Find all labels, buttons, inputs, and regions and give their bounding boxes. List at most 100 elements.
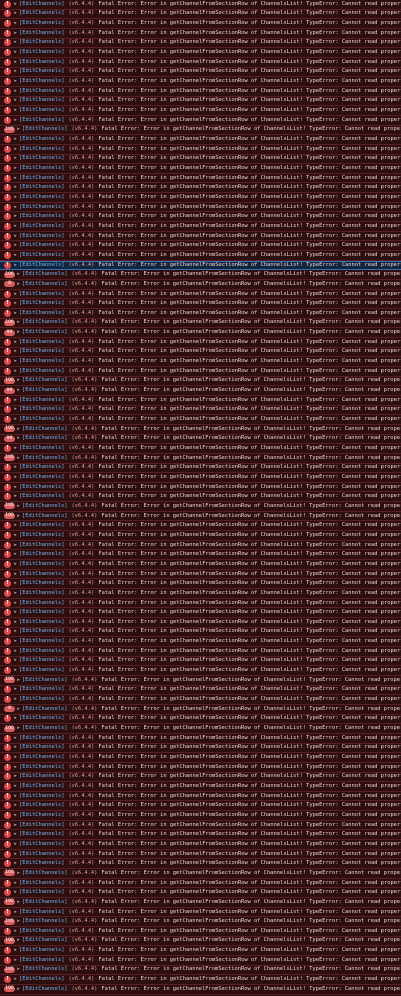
log-source-tag[interactable]: [EditChannels] <box>22 724 67 733</box>
triangle-right-icon[interactable]: ▸ <box>13 0 18 9</box>
triangle-right-icon[interactable]: ▸ <box>13 792 18 801</box>
console-log-row[interactable]: ! ▸ [EditChannels] (v6.4.4) Fatal Error: Err… <box>0 907 401 918</box>
triangle-right-icon[interactable]: ▸ <box>13 647 18 656</box>
triangle-right-icon[interactable]: ▸ <box>13 406 18 415</box>
console-log-row[interactable]: ! ▸ [EditChannels] (v6.4.4) Fatal Error: Err… <box>0 202 401 213</box>
log-source-tag[interactable]: [EditChannels] <box>19 262 64 270</box>
log-source-tag[interactable]: [EditChannels] <box>19 560 64 569</box>
console-log-row[interactable]: ! ▸ [EditChannels] (v6.4.4) Fatal Error: Err… <box>0 637 401 647</box>
triangle-right-icon[interactable]: ▸ <box>16 676 21 685</box>
log-source-tag[interactable]: [EditChannels] <box>19 753 64 762</box>
console-log-row[interactable]: ! ▸ [EditChannels] (v6.4.4) Fatal Error: Err… <box>0 589 401 599</box>
log-source-tag[interactable]: [EditChannels] <box>22 454 67 463</box>
triangle-right-icon[interactable]: ▸ <box>13 164 18 173</box>
log-source-tag[interactable]: [EditChannels] <box>22 386 67 395</box>
log-source-tag[interactable]: [EditChannels] <box>19 492 64 501</box>
console-log-row[interactable]: ! ▸ [EditChannels] (v6.4.4) Fatal Error: Err… <box>0 975 401 985</box>
log-source-tag[interactable]: [EditChannels] <box>22 435 67 444</box>
log-source-tag[interactable]: [EditChannels] <box>19 473 64 482</box>
console-log-row[interactable]: 99 ▸ [EditChannels] (v6.4.4) Fatal Error: Er… <box>0 386 401 396</box>
log-source-tag[interactable]: [EditChannels] <box>22 917 67 926</box>
triangle-right-icon[interactable]: ▸ <box>13 715 18 724</box>
console-log-row[interactable]: 8 ▸ [EditChannels] (v6.4.4) Fatal Error: Err… <box>0 280 401 290</box>
triangle-right-icon[interactable]: ▸ <box>13 444 18 453</box>
log-source-tag[interactable]: [EditChannels] <box>19 801 64 810</box>
triangle-right-icon[interactable]: ▸ <box>13 521 18 530</box>
console-log-row[interactable]: ! ▸ [EditChannels] (v6.4.4) Fatal Error: Err… <box>0 946 401 956</box>
console-log-row[interactable]: 100 ▸ [EditChannels] (v6.4.4) Fatal Error: E… <box>0 318 401 329</box>
log-source-tag[interactable]: [EditChannels] <box>19 579 64 588</box>
triangle-right-icon[interactable]: ▸ <box>13 415 18 424</box>
console-log-row[interactable]: ! ▸ [EditChannels] (v6.4.4) Fatal Error: Err… <box>0 415 401 425</box>
log-source-tag[interactable]: [EditChannels] <box>19 637 64 646</box>
triangle-right-icon[interactable]: ▸ <box>13 637 18 646</box>
triangle-right-icon[interactable]: ▸ <box>13 879 18 888</box>
console-log-row[interactable]: ! ▸ [EditChannels] (v6.4.4) Fatal Error: Err… <box>0 878 401 889</box>
log-source-tag[interactable]: [EditChannels] <box>19 589 64 598</box>
console-log-row[interactable]: ! ▸ [EditChannels] (v6.4.4) Fatal Error: Err… <box>0 173 401 184</box>
log-source-tag[interactable]: [EditChannels] <box>19 164 64 173</box>
triangle-right-icon[interactable]: ▸ <box>13 753 18 762</box>
console-log-row[interactable]: ! ▸ [EditChannels] (v6.4.4) Fatal Error: Err… <box>0 164 401 174</box>
triangle-right-icon[interactable]: ▸ <box>13 222 18 231</box>
log-source-tag[interactable]: [EditChannels] <box>19 415 64 424</box>
log-source-tag[interactable]: [EditChannels] <box>19 367 64 376</box>
triangle-right-icon[interactable]: ▸ <box>13 956 18 965</box>
console-log-row[interactable]: ! ▸ [EditChannels] (v6.4.4) Fatal Error: Err… <box>0 231 401 242</box>
log-source-tag[interactable]: [EditChannels] <box>19 647 64 656</box>
log-source-tag[interactable]: [EditChannels] <box>19 521 64 530</box>
triangle-right-icon[interactable]: ▸ <box>13 734 18 743</box>
triangle-right-icon[interactable]: ▸ <box>13 686 18 695</box>
triangle-right-icon[interactable]: ▸ <box>13 29 18 38</box>
console-log-row[interactable]: 100 ▸ [EditChannels] (v6.4.4) Fatal Error: E… <box>0 453 401 464</box>
triangle-right-icon[interactable]: ▸ <box>13 174 18 183</box>
log-source-tag[interactable]: [EditChannels] <box>19 135 64 144</box>
console-log-row[interactable]: ! ▸ [EditChannels] (v6.4.4) Fatal Error: Err… <box>0 859 401 870</box>
console-log-row[interactable]: ! ▸ [EditChannels] (v6.4.4) Fatal Error: Err… <box>0 579 401 590</box>
triangle-right-icon[interactable]: ▸ <box>13 251 18 260</box>
console-log-row[interactable]: ! ▸ [EditChannels] (v6.4.4) Fatal Error: Err… <box>0 19 401 29</box>
triangle-right-icon[interactable]: ▸ <box>13 97 18 106</box>
console-log-row[interactable]: ! ▸ [EditChannels] (v6.4.4) Fatal Error: Err… <box>0 955 401 966</box>
triangle-right-icon[interactable]: ▸ <box>13 262 18 270</box>
triangle-right-icon[interactable]: ▸ <box>13 68 18 77</box>
log-source-tag[interactable]: [EditChannels] <box>19 87 64 96</box>
console-log-row[interactable]: ! ▸ [EditChannels] (v6.4.4) Fatal Error: Err… <box>0 801 401 812</box>
log-source-tag[interactable]: [EditChannels] <box>19 58 64 67</box>
console-log-row[interactable]: ! ▸ [EditChannels] (v6.4.4) Fatal Error: Err… <box>0 289 401 300</box>
triangle-right-icon[interactable]: ▸ <box>13 48 18 57</box>
triangle-right-icon[interactable]: ▸ <box>13 531 18 540</box>
console-log-row[interactable]: ! ▸ [EditChannels] (v6.4.4) Fatal Error: Err… <box>0 135 401 145</box>
triangle-right-icon[interactable]: ▸ <box>13 840 18 849</box>
console-log-row[interactable]: ! ▸ [EditChannels] (v6.4.4) Fatal Error: Err… <box>0 115 401 126</box>
log-source-tag[interactable]: [EditChannels] <box>19 657 64 666</box>
triangle-right-icon[interactable]: ▸ <box>16 126 21 135</box>
triangle-right-icon[interactable]: ▸ <box>16 328 21 337</box>
console-log-row[interactable]: ! ▸ [EditChannels] (v6.4.4) Fatal Error: Err… <box>0 193 401 203</box>
console-log-row[interactable]: ! ▸ [EditChannels] (v6.4.4) Fatal Error: Err… <box>0 540 401 551</box>
console-log-row[interactable]: ! ▸ [EditChannels] (v6.4.4) Fatal Error: Err… <box>0 309 401 319</box>
log-source-tag[interactable]: [EditChannels] <box>19 888 64 897</box>
log-source-tag[interactable]: [EditChannels] <box>22 937 67 946</box>
triangle-right-icon[interactable]: ▸ <box>16 319 21 328</box>
console-log-row[interactable]: 100 ▸ [EditChannels] (v6.4.4) Fatal Error: E… <box>0 424 401 435</box>
triangle-right-icon[interactable]: ▸ <box>16 512 21 521</box>
console-log-row[interactable]: 8 ▸ [EditChannels] (v6.4.4) Fatal Error: Err… <box>0 704 401 715</box>
console-log-row[interactable]: ! ▸ [EditChannels] (v6.4.4) Fatal Error: Err… <box>0 9 401 20</box>
console-log-row[interactable]: ! ▸ [EditChannels] (v6.4.4) Fatal Error: Err… <box>0 618 401 628</box>
console-log-row[interactable]: ! ▸ [EditChannels] (v6.4.4) Fatal Error: Err… <box>0 57 401 68</box>
log-source-tag[interactable]: [EditChannels] <box>19 686 64 695</box>
triangle-right-icon[interactable]: ▸ <box>13 106 18 115</box>
triangle-right-icon[interactable]: ▸ <box>13 203 18 212</box>
triangle-right-icon[interactable]: ▸ <box>13 241 18 250</box>
console-log-row[interactable]: 100 ▸ [EditChannels] (v6.4.4) Fatal Error: E… <box>0 869 401 879</box>
console-log-row[interactable]: ! ▸ [EditChannels] (v6.4.4) Fatal Error: Err… <box>0 550 401 561</box>
log-source-tag[interactable]: [EditChannels] <box>19 541 64 550</box>
console-log-row[interactable]: ! ▸ [EditChannels] (v6.4.4) Fatal Error: Err… <box>0 222 401 232</box>
console-log-row[interactable]: 100 ▸ [EditChannels] (v6.4.4) Fatal Error: E… <box>0 376 401 387</box>
log-source-tag[interactable]: [EditChannels] <box>19 444 64 453</box>
triangle-right-icon[interactable]: ▸ <box>13 212 18 221</box>
log-source-tag[interactable]: [EditChannels] <box>19 77 64 86</box>
log-source-tag[interactable]: [EditChannels] <box>19 97 64 106</box>
console-log-row[interactable]: ! ▸ [EditChannels] (v6.4.4) Fatal Error: Err… <box>0 183 401 194</box>
